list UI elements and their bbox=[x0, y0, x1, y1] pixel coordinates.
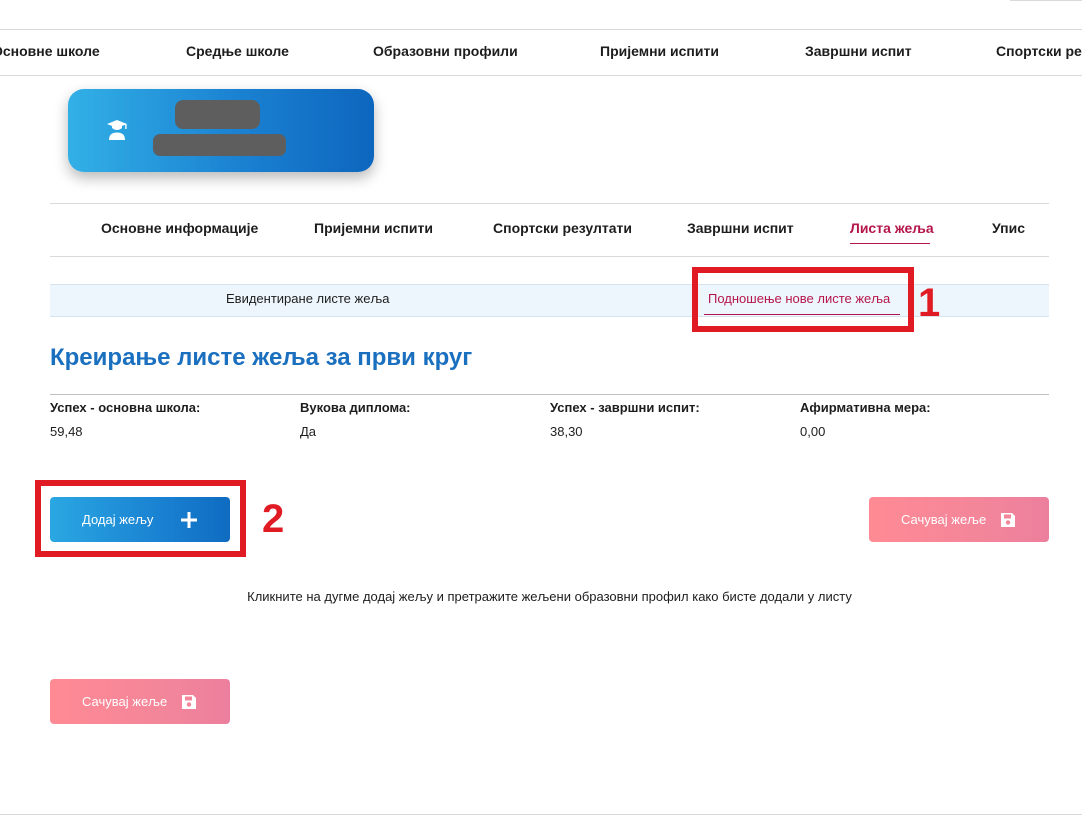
save-wishes-label: Сачувај жеље bbox=[901, 512, 987, 527]
hint-text: Кликните на дугме додај жељу и претражит… bbox=[247, 589, 852, 604]
stat-value-vuk-diploma: Да bbox=[300, 424, 317, 439]
tab-basic-info[interactable]: Основне информације bbox=[101, 220, 258, 236]
floppy-disk-icon bbox=[1000, 512, 1016, 531]
plus-icon bbox=[181, 512, 197, 531]
profile-name-redacted bbox=[175, 100, 260, 129]
tab-entrance-exams[interactable]: Пријемни испити bbox=[314, 220, 433, 236]
title-divider bbox=[50, 394, 1049, 395]
section-tabs-border-top bbox=[50, 203, 1049, 204]
active-tab-indicator bbox=[850, 243, 930, 244]
top-nav-item-secondary-schools[interactable]: Средње школе bbox=[186, 43, 289, 59]
page-bottom-divider bbox=[0, 814, 1082, 815]
save-wishes-button-bottom[interactable]: Сачувај жеље bbox=[50, 679, 230, 724]
annotation-number-2: 2 bbox=[262, 497, 285, 541]
top-nav-item-primary-schools[interactable]: Основне школе bbox=[0, 43, 100, 59]
stat-label-primary-school-success: Успех - основна школа: bbox=[50, 400, 201, 415]
tab-wish-list[interactable]: Листа жеља bbox=[850, 220, 934, 236]
add-wish-button[interactable]: Додај жељу bbox=[50, 497, 230, 542]
page-title: Креирање листе жеља за први круг bbox=[50, 344, 473, 371]
tab-sports-results[interactable]: Спортски резултати bbox=[493, 220, 632, 236]
stat-label-vuk-diploma: Вукова диплома: bbox=[300, 400, 411, 415]
stat-value-affirmative-measure: 0,00 bbox=[800, 424, 826, 439]
stat-value-primary-school-success: 59,48 bbox=[50, 424, 83, 439]
annotation-box-1 bbox=[692, 267, 914, 332]
top-nav-item-entrance-exams[interactable]: Пријемни испити bbox=[600, 43, 719, 59]
tab-final-exam[interactable]: Завршни испит bbox=[687, 220, 794, 236]
profile-card bbox=[68, 89, 374, 172]
profile-detail-redacted bbox=[153, 134, 286, 156]
top-nav-border-top bbox=[0, 29, 1082, 30]
top-nav-item-final-exam[interactable]: Завршни испит bbox=[805, 43, 912, 59]
section-tabs-border-bottom bbox=[50, 256, 1049, 257]
stat-value-final-exam-success: 38,30 bbox=[550, 424, 583, 439]
add-wish-label: Додај жељу bbox=[82, 512, 154, 527]
subtab-registered-lists[interactable]: Евидентиране листе жеља bbox=[226, 291, 389, 306]
stat-label-final-exam-success: Успех - завршни испит: bbox=[550, 400, 700, 415]
top-nav-item-sports-results[interactable]: Спортски резултати bbox=[996, 43, 1082, 59]
top-corner-line bbox=[1010, 0, 1082, 1]
floppy-disk-icon bbox=[181, 694, 197, 713]
save-wishes-button-top[interactable]: Сачувај жеље bbox=[869, 497, 1049, 542]
graduate-icon bbox=[92, 105, 142, 155]
tab-enrollment[interactable]: Упис bbox=[992, 220, 1025, 236]
top-nav-border-bottom bbox=[0, 75, 1082, 76]
top-nav-item-education-profiles[interactable]: Образовни профили bbox=[373, 43, 518, 59]
stat-label-affirmative-measure: Афирмативна мера: bbox=[800, 400, 931, 415]
save-wishes-label-bottom: Сачувај жеље bbox=[82, 694, 168, 709]
annotation-number-1: 1 bbox=[918, 281, 941, 325]
